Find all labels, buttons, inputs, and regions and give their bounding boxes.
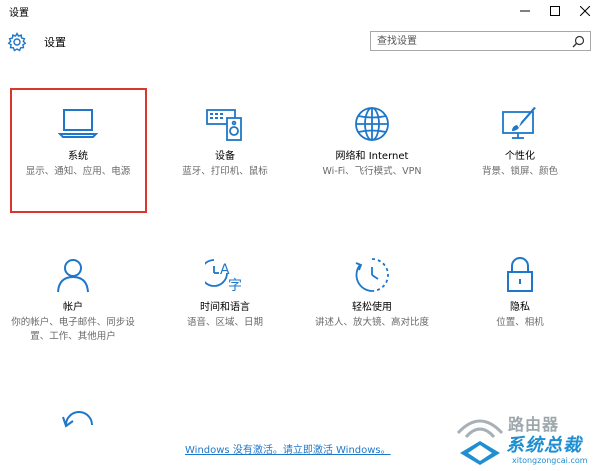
tile-time-language[interactable]: A 字 时间和语言 语音、区域、日期 (157, 257, 293, 330)
close-button[interactable] (570, 0, 600, 22)
tile-accounts[interactable]: 帐户 你的帐户、电子邮件、同步设置、工作、其他用户 (5, 257, 141, 344)
tile-description: 你的帐户、电子邮件、同步设置、工作、其他用户 (11, 317, 135, 342)
tile-privacy[interactable]: 隐私 位置、相机 (452, 257, 588, 330)
tile-name: 轻松使用 (352, 302, 392, 313)
svg-text:A: A (220, 262, 230, 278)
tile-description: 位置、相机 (496, 317, 544, 328)
minimize-icon (520, 10, 530, 12)
tile-description: 蓝牙、打印机、鼠标 (182, 166, 268, 177)
language-icon: A 字 (205, 259, 242, 293)
paint-screen-icon (502, 107, 536, 139)
tile-name: 个性化 (505, 151, 535, 162)
selection-highlight (10, 88, 147, 213)
lock-icon (507, 257, 533, 292)
maximize-icon (550, 6, 560, 16)
router-logo-icon (456, 419, 504, 465)
keyboard-speaker-icon (206, 109, 242, 141)
search-input[interactable] (371, 32, 567, 50)
update-icon (62, 411, 93, 428)
tile-description: 讲述人、放大镜、高对比度 (314, 317, 429, 328)
tile-name: 帐户 (63, 302, 83, 313)
close-icon (580, 6, 590, 16)
tile-devices[interactable]: 设备 蓝牙、打印机、鼠标 (157, 106, 293, 179)
tile-name: 设备 (215, 151, 235, 162)
gear-icon (7, 32, 27, 52)
tile-description: Wi-Fi、飞行模式、VPN (322, 166, 422, 177)
search-box[interactable] (370, 31, 591, 51)
ease-of-access-icon (355, 258, 389, 292)
svg-text:字: 字 (228, 278, 242, 293)
person-icon (57, 259, 89, 293)
tile-name: 时间和语言 (200, 302, 250, 313)
window-title: 设置 (9, 8, 29, 19)
settings-header: 设置 (0, 24, 600, 64)
tile-description: 语音、区域、日期 (186, 317, 263, 328)
search-icon[interactable] (572, 35, 585, 48)
watermark: 路由器 系统总裁 xitongzongcai.com (452, 405, 600, 471)
tile-network[interactable]: 网络和 Internet Wi-Fi、飞行模式、VPN (304, 106, 440, 179)
tile-description: 背景、锁屏、颜色 (481, 166, 558, 177)
activate-windows-link[interactable]: Windows 没有激活。请立即激活 Windows。 (185, 441, 391, 456)
watermark-line3: xitongzongcai.com (512, 456, 588, 465)
tile-personalization[interactable]: 个性化 背景、锁屏、颜色 (452, 106, 588, 179)
title-bar: 设置 (0, 0, 600, 22)
tile-name: 隐私 (510, 302, 530, 313)
minimize-button[interactable] (510, 0, 540, 22)
globe-icon (355, 107, 389, 141)
watermark-line2: 系统总裁 (506, 435, 582, 456)
tile-name: 网络和 Internet (335, 151, 409, 162)
tile-ease-of-access[interactable]: 轻松使用 讲述人、放大镜、高对比度 (304, 257, 440, 330)
page-title: 设置 (44, 36, 66, 49)
maximize-button[interactable] (540, 0, 570, 22)
tile-update-security[interactable] (10, 405, 146, 449)
